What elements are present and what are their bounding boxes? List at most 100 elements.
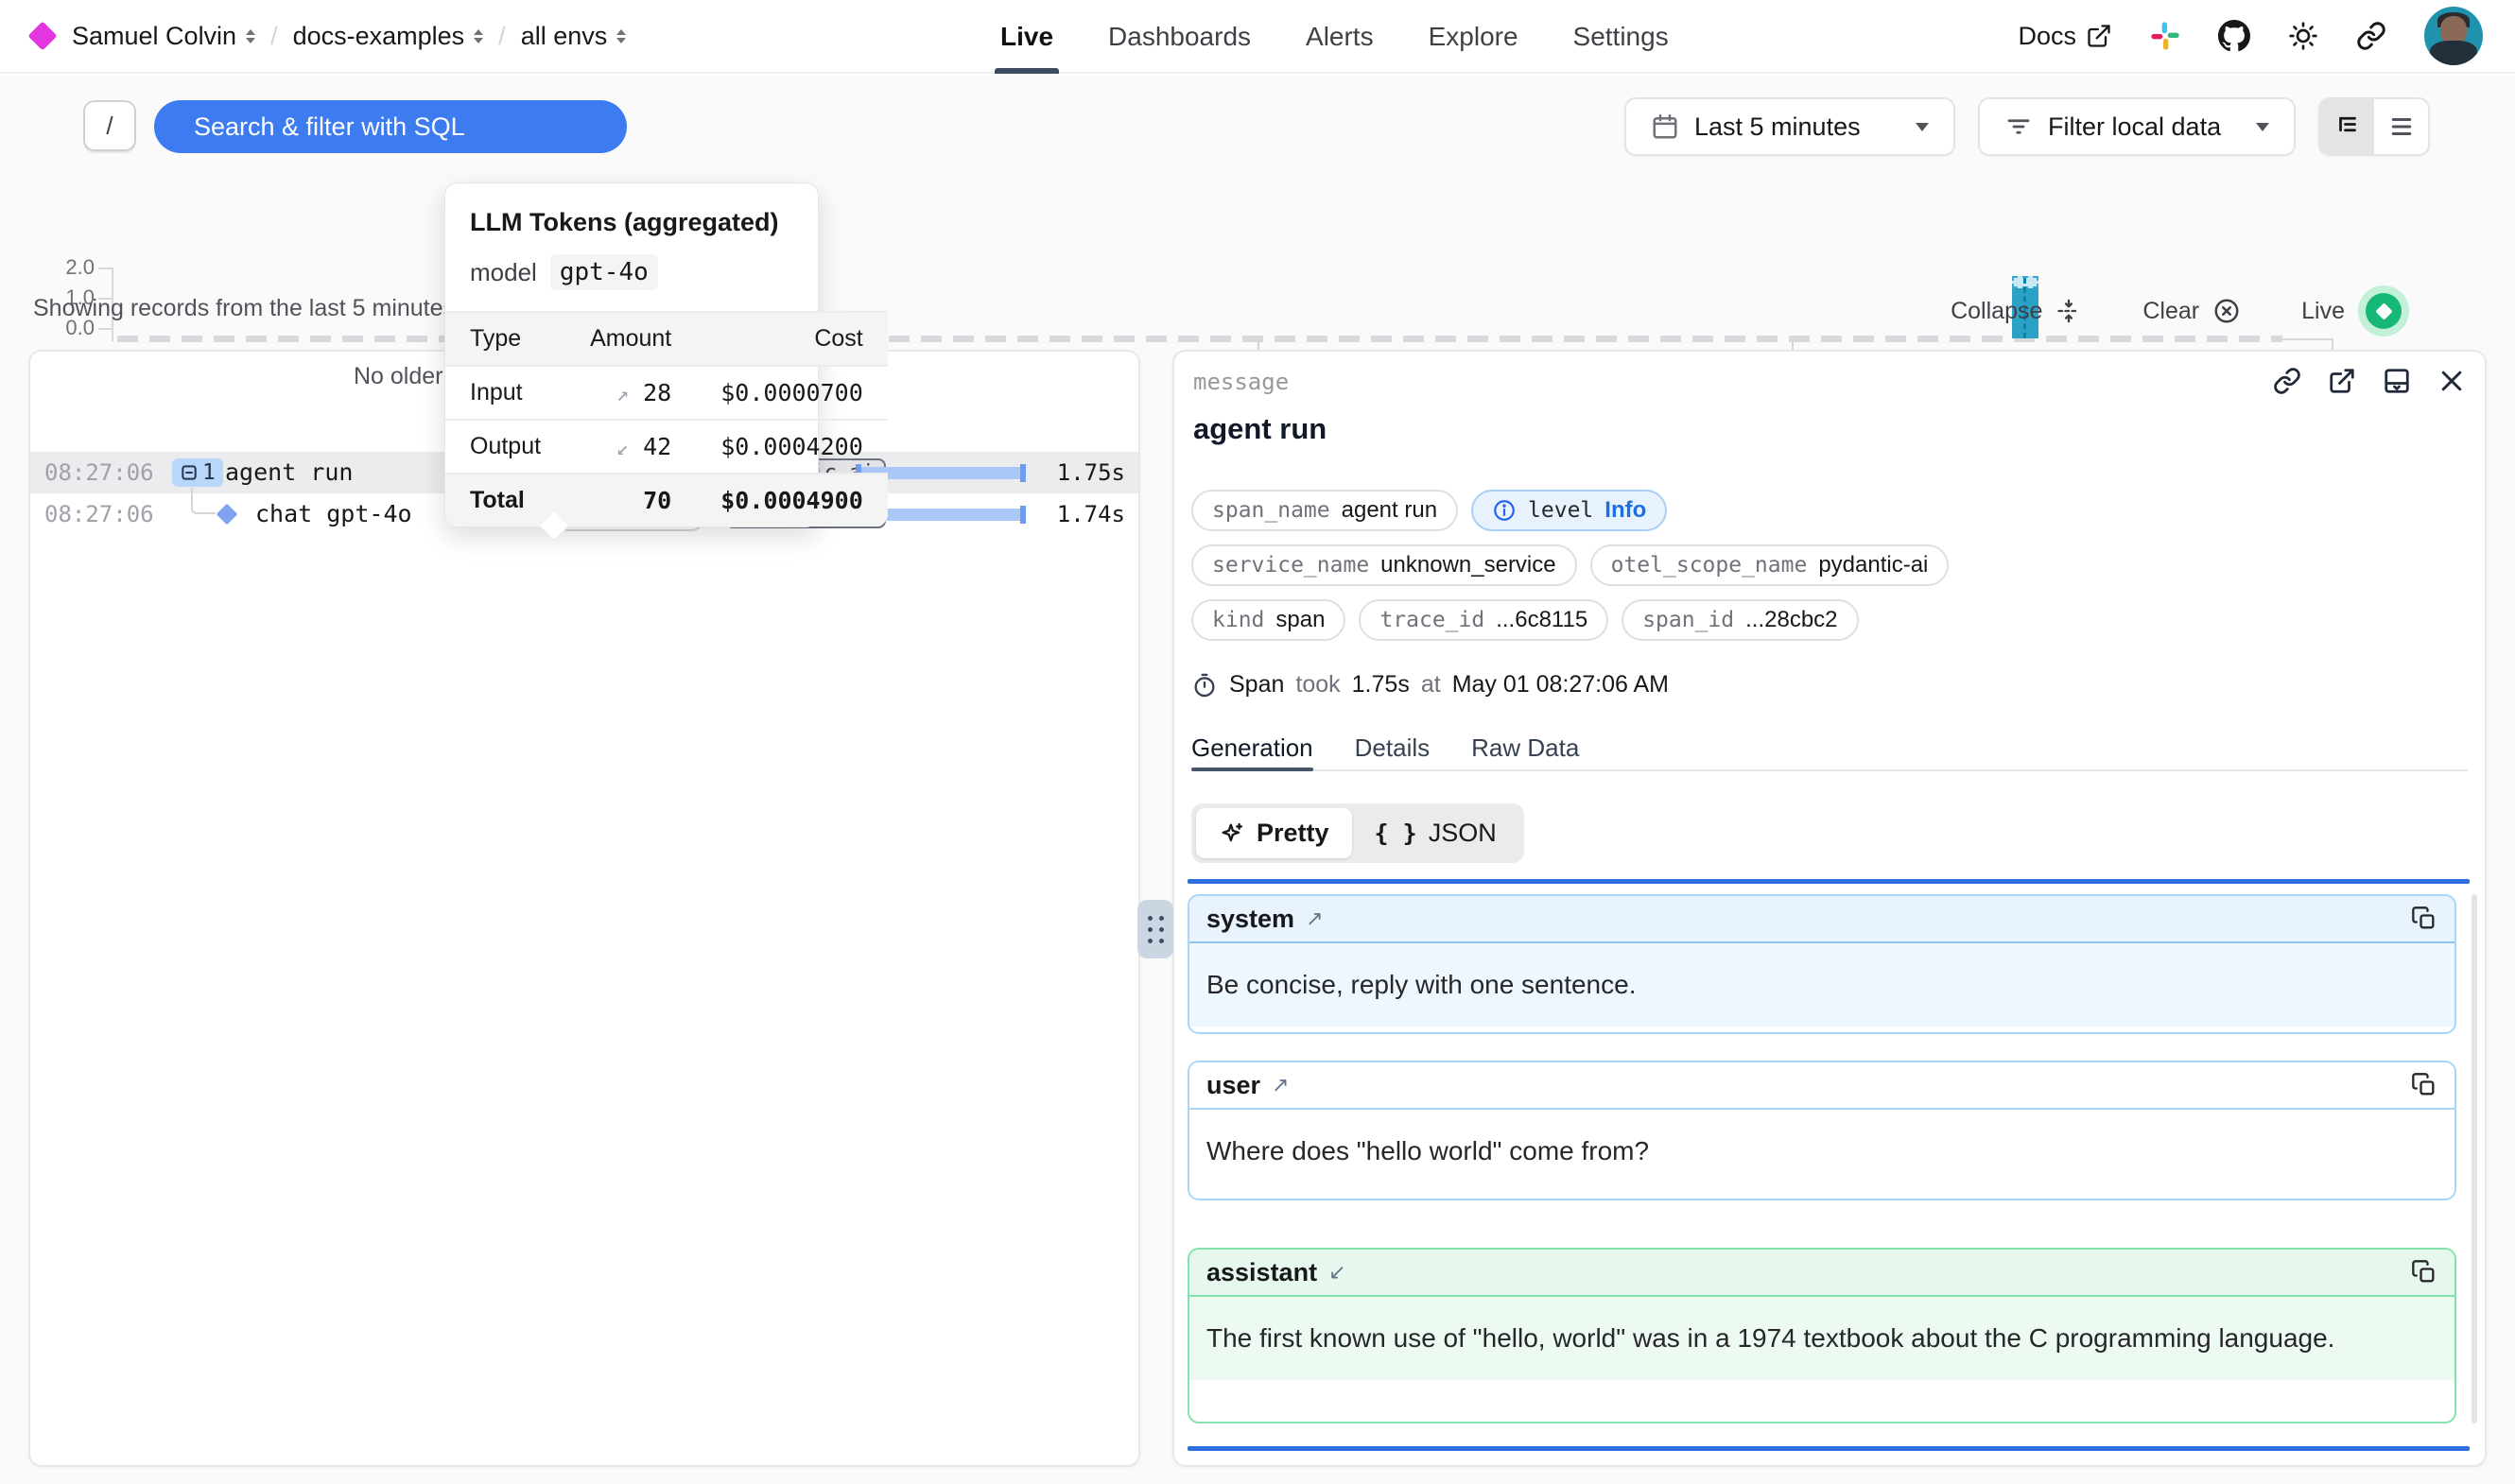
badge-trace-id[interactable]: trace_id ...6c8115	[1359, 599, 1608, 641]
llm-tokens-tooltip: LLM Tokens (aggregated) model gpt-4o Typ…	[444, 182, 819, 527]
arrow-up-right-icon: ↗	[1306, 906, 1323, 931]
message-text: The first known use of "hello, world" wa…	[1189, 1297, 2454, 1380]
live-label: Live	[2301, 298, 2345, 325]
project-name: docs-examples	[293, 22, 465, 51]
breadcrumb-project[interactable]: docs-examples	[293, 22, 484, 51]
badge-otel-scope-name[interactable]: otel_scope_name pydantic-ai	[1590, 544, 1950, 586]
breadcrumb-env[interactable]: all envs	[521, 22, 627, 51]
col-amount: Amount	[565, 312, 696, 366]
span-duration-line: Span took 1.75s at May 01 08:27:06 AM	[1191, 671, 1669, 699]
tab-raw-data[interactable]: Raw Data	[1471, 726, 1579, 769]
tab-alerts[interactable]: Alerts	[1306, 0, 1374, 74]
scroll-top-indicator	[1188, 879, 2470, 884]
row-timestamp: 08:27:06	[44, 452, 154, 493]
badge-value: unknown_service	[1380, 552, 1555, 578]
pretty-view-button[interactable]: Pretty	[1196, 808, 1352, 858]
clear-button[interactable]: Clear	[2142, 297, 2241, 325]
row-amount: 42	[643, 433, 671, 460]
chevron-updown-icon	[616, 29, 626, 43]
took-word: took	[1295, 671, 1340, 699]
info-icon	[1492, 498, 1517, 523]
slack-icon[interactable]	[2150, 21, 2180, 51]
tree-view-button[interactable]	[2320, 99, 2374, 154]
row-type: Input	[445, 366, 565, 420]
live-toggle[interactable]: Live	[2301, 285, 2409, 336]
github-icon[interactable]	[2218, 20, 2250, 52]
x-axis-end-segment	[2281, 338, 2333, 340]
dock-panel-bottom-icon[interactable]	[2383, 367, 2411, 395]
collapse-button[interactable]: Collapse	[1951, 298, 2082, 325]
scrollbar[interactable]	[2472, 894, 2477, 1424]
duration-value: 1.75s	[1057, 452, 1125, 493]
tab-explore[interactable]: Explore	[1429, 0, 1518, 74]
badge-key: kind	[1212, 608, 1264, 632]
flat-list-view-button[interactable]	[2374, 99, 2428, 154]
col-type: Type	[445, 312, 565, 366]
row-type: Output	[445, 420, 565, 474]
chevron-updown-icon	[246, 29, 255, 43]
copy-link-icon[interactable]	[2273, 367, 2301, 395]
list-view-toggle	[2318, 97, 2430, 156]
search-sql-button[interactable]: Search & filter with SQL	[154, 100, 627, 153]
badge-kind[interactable]: kind span	[1191, 599, 1345, 641]
badge-span-id[interactable]: span_id ...28cbc2	[1622, 599, 1858, 641]
panel-resize-handle[interactable]	[1137, 900, 1173, 958]
list-view-icon	[2387, 112, 2416, 141]
time-range-select[interactable]: Last 5 minutes	[1624, 97, 1955, 156]
calendar-icon	[1651, 112, 1679, 141]
theme-toggle-sun-icon[interactable]	[2288, 21, 2318, 51]
detail-tabs: Generation Details Raw Data	[1191, 726, 2468, 771]
json-view-button[interactable]: { } JSON	[1352, 808, 1519, 858]
chevron-down-icon	[1916, 123, 1929, 131]
badge-service-name[interactable]: service_name unknown_service	[1191, 544, 1577, 586]
clear-label: Clear	[2142, 298, 2199, 325]
share-link-icon[interactable]	[2356, 21, 2386, 51]
close-icon[interactable]	[2437, 367, 2466, 395]
table-row: Input ↗ 28 $0.0000700	[445, 366, 888, 420]
message-text: Where does "hello world" come from?	[1189, 1110, 2454, 1193]
token-cost-table: Type Amount Cost Input ↗ 28 $0.0000700 O…	[445, 311, 888, 526]
span-detail-panel: message agent run span_name agent run le…	[1172, 350, 2487, 1467]
tab-generation[interactable]: Generation	[1191, 726, 1313, 769]
tab-dashboards[interactable]: Dashboards	[1108, 0, 1251, 74]
badge-key: span_id	[1642, 608, 1734, 632]
message-header: system ↗	[1189, 896, 2454, 943]
breadcrumb-org[interactable]: Samuel Colvin	[72, 22, 255, 51]
message-assistant: assistant ↙ The first known use of "hell…	[1188, 1248, 2456, 1424]
copy-icon[interactable]	[2411, 1259, 2437, 1286]
tab-settings[interactable]: Settings	[1573, 0, 1669, 74]
docs-link[interactable]: Docs	[2018, 22, 2112, 51]
message-user: user ↗ Where does "hello world" come fro…	[1188, 1061, 2456, 1200]
open-in-new-icon[interactable]	[2328, 367, 2356, 395]
breadcrumb-separator: /	[270, 22, 278, 51]
badge-key: level	[1528, 498, 1593, 523]
message-system: system ↗ Be concise, reply with one sent…	[1188, 894, 2456, 1034]
slash-shortcut-key[interactable]: /	[83, 100, 136, 151]
tab-details[interactable]: Details	[1355, 726, 1430, 769]
tooltip-title: LLM Tokens (aggregated)	[445, 183, 818, 237]
row-cost: $0.0004900	[696, 474, 888, 526]
table-row: Output ↙ 42 $0.0004200	[445, 420, 888, 474]
tab-live[interactable]: Live	[1000, 0, 1053, 74]
page-body: / Search & filter with SQL Last 5 minute…	[0, 76, 2515, 1484]
duration-value: 1.74s	[1057, 493, 1125, 535]
col-cost: Cost	[696, 312, 888, 366]
badge-level[interactable]: level Info	[1471, 490, 1667, 531]
external-link-icon	[2086, 23, 2112, 49]
x-axis-dashed-baseline	[117, 336, 2282, 342]
filter-local-data-select[interactable]: Filter local data	[1978, 97, 2296, 156]
collapse-children-badge[interactable]: 1	[172, 458, 223, 487]
at-word: at	[1421, 671, 1441, 699]
copy-icon[interactable]	[2411, 906, 2437, 932]
avatar[interactable]	[2424, 7, 2483, 65]
logfire-logo-icon[interactable]	[27, 21, 57, 50]
braces-icon: { }	[1375, 820, 1417, 847]
row-cost: $0.0004200	[696, 420, 888, 474]
pretty-label: Pretty	[1257, 819, 1329, 848]
table-row-total: Total 70 $0.0004900	[445, 474, 888, 526]
breadcrumb-separator: /	[498, 22, 506, 51]
copy-icon[interactable]	[2411, 1072, 2437, 1098]
chevron-updown-icon	[474, 29, 483, 43]
row-amount: 28	[643, 379, 671, 406]
badge-span-name[interactable]: span_name agent run	[1191, 490, 1458, 531]
